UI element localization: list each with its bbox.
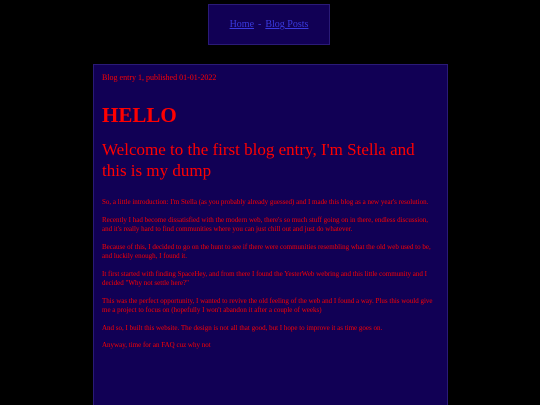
nav-separator: - <box>258 19 262 30</box>
post-paragraph: And so, I built this website. The design… <box>102 323 383 332</box>
nav-link-home[interactable]: Home <box>230 19 254 30</box>
nav-link-blog-posts[interactable]: Blog Posts <box>265 19 308 30</box>
post-paragraph: This was the perfect opportunity, I want… <box>102 296 433 315</box>
post-paragraph: It first started with finding SpaceHey, … <box>102 269 427 288</box>
post-paragraph: Anyway, time for an FAQ cuz why not <box>102 341 211 349</box>
post-paragraph: Recently I had become dissatisfied with … <box>102 215 428 234</box>
post-body: So, a little introduction: I'm Stella (a… <box>102 198 439 351</box>
blog-post-panel: Blog entry 1, published 01-01-2022 HELLO… <box>93 64 448 405</box>
post-paragraph: Because of this, I decided to go on the … <box>102 242 431 261</box>
post-meta: Blog entry 1, published 01-01-2022 <box>102 73 217 82</box>
top-nav: Home - Blog Posts <box>208 4 330 45</box>
post-paragraph: So, a little introduction: I'm Stella (a… <box>102 198 429 206</box>
post-subheading: Welcome to the first blog entry, I'm Ste… <box>102 140 415 180</box>
post-heading: HELLO <box>102 103 177 127</box>
